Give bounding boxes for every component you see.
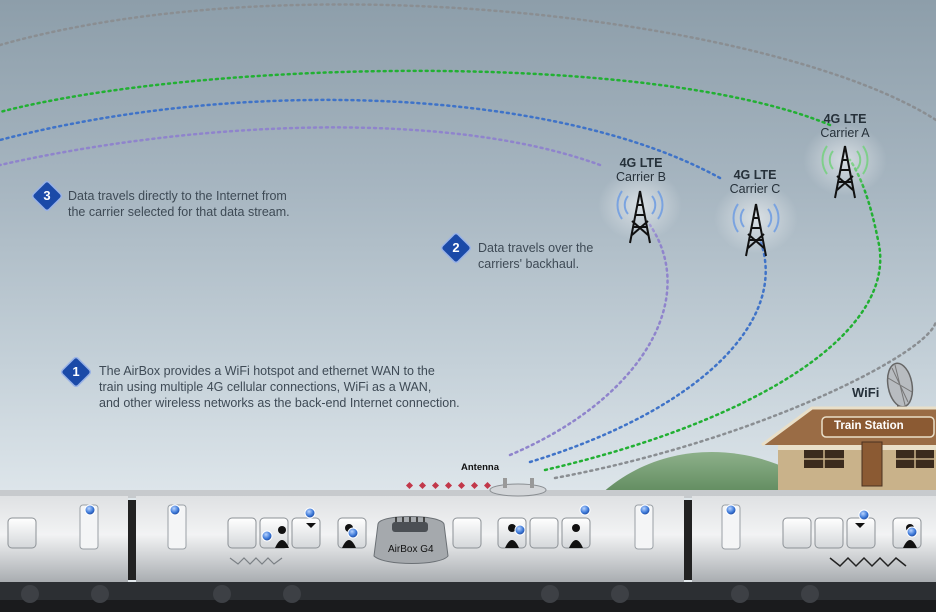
step-1-text: The AirBox provides a WiFi hotspot and e… (99, 364, 460, 410)
step-2-number: 2 (452, 240, 460, 255)
tower-label-carrier-b: 4G LTE Carrier B (615, 156, 666, 184)
step-1-number: 1 (72, 364, 80, 379)
step-2-text: Data travels over the carriers' backhaul… (478, 241, 594, 271)
wifi-label: WiFi (852, 385, 880, 400)
station-sign: Train Station (834, 420, 904, 432)
wifi-dish-icon (886, 362, 914, 408)
antenna-label: Antenna (461, 462, 499, 473)
airbox-label: AirBox G4 (388, 544, 434, 555)
train (0, 478, 936, 612)
airbox-device (373, 516, 449, 564)
step-3-number: 3 (43, 188, 51, 203)
tower-label-carrier-a: 4G LTE Carrier A (820, 112, 870, 140)
scene-graphics (0, 3, 936, 612)
step-3-text: Data travels directly to the Internet fr… (68, 189, 290, 219)
tower-label-carrier-c: 4G LTE Carrier C (729, 168, 781, 196)
network-diagram: 3 2 1 Data travels directly to the Inter… (0, 0, 936, 612)
